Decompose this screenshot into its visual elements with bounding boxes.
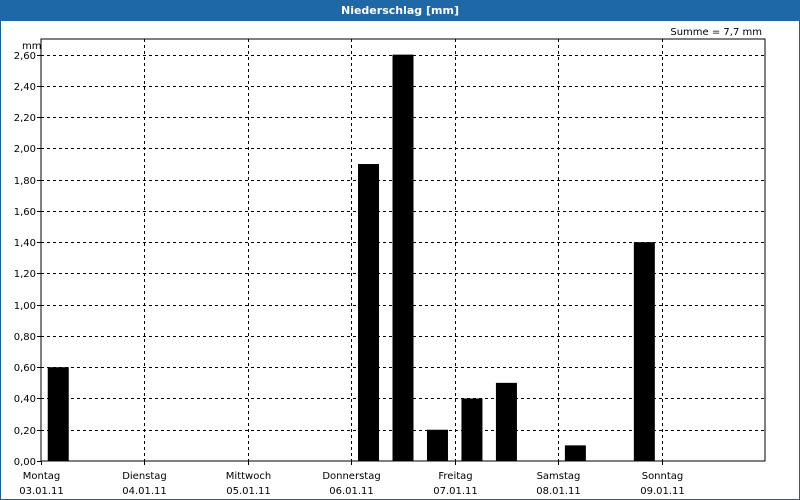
y-tick-label: 1,20 [14,269,36,280]
x-tick-date-label: 04.01.11 [122,486,167,497]
x-tick-date-label: 07.01.11 [433,486,478,497]
y-tick-label: 2,60 [14,51,36,62]
y-tick-label: 1,40 [14,238,36,249]
precipitation-bar [461,398,483,461]
x-tick-day-label: Montag [23,471,60,482]
x-tick-date-label: 09.01.11 [640,486,685,497]
precipitation-bar [564,445,586,461]
y-tick-label: 0,00 [14,457,36,468]
precipitation-chart: 0,00 0,20 0,40 0,60 0,80 1,00 1,20 1,40 1,60 1,80… [14,38,766,497]
precipitation-bar [426,429,448,461]
x-tick-day-label: Donnerstag [322,471,380,482]
x-tick-date-label: 05.01.11 [226,486,271,497]
x-tick-day-label: Sonntag [642,471,684,482]
y-tick-label: 2,40 [14,82,36,93]
precipitation-bar [495,382,517,461]
y-tick-label: 1,80 [14,176,36,187]
precipitation-bar [392,54,414,461]
y-tick-label: 2,00 [14,144,36,155]
y-tick-label: 1,60 [14,207,36,218]
y-tick-label: 0,20 [14,426,36,437]
precipitation-bar [47,367,69,461]
x-tick-day-label: Mittwoch [226,471,271,482]
precipitation-bar [633,242,655,461]
precipitation-bar [358,164,380,461]
y-tick-label: 2,20 [14,113,36,124]
y-tick-label: 0,40 [14,394,36,405]
y-tick-label: 0,80 [14,332,36,343]
x-tick-date-label: 06.01.11 [329,486,374,497]
y-tick-label: 0,60 [14,363,36,374]
y-tick-label: 1,00 [14,301,36,312]
x-tick-day-label: Dienstag [122,471,167,482]
x-tick-day-label: Freitag [438,471,472,482]
x-tick-day-label: Samstag [537,471,581,482]
x-tick-date-label: 03.01.11 [19,486,64,497]
x-tick-date-label: 08.01.11 [536,486,581,497]
